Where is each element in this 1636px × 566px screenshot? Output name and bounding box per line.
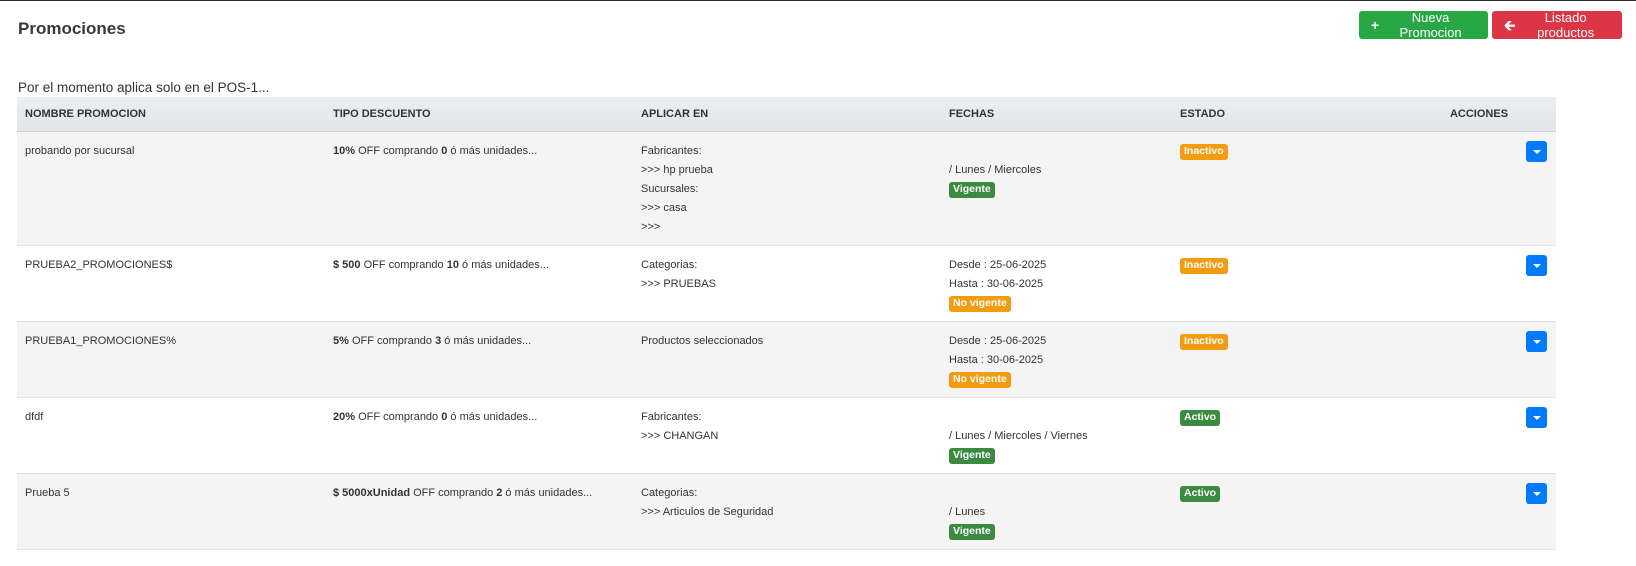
promo-name: probando por sucursal	[17, 131, 325, 246]
validity-badge: Vigente	[949, 523, 995, 540]
new-promotion-label: Nueva Promocion	[1399, 10, 1462, 40]
promo-apply: Categorias: >>> Articulos de Seguridad	[633, 473, 941, 550]
table-row: Prueba 5 $ 5000xUnidad OFF comprando 2 ó…	[17, 473, 1556, 550]
status-badge: Inactivo	[1180, 143, 1228, 160]
header-apply[interactable]: APLICAR EN	[633, 97, 941, 132]
status-badge: Activo	[1180, 409, 1221, 426]
promo-status: Activo	[1172, 473, 1402, 550]
caret-down-icon	[1532, 491, 1541, 496]
promo-discount: 10% OFF comprando 0 ó más unidades...	[325, 131, 633, 246]
top-actions: + Nueva Promocion 🡰 Listado productos	[1359, 10, 1622, 40]
caret-down-icon	[1532, 339, 1541, 344]
promo-actions	[1402, 321, 1556, 398]
table-row: PRUEBA1_PROMOCIONES% 5% OFF comprando 3 …	[17, 321, 1556, 398]
table-row: probando por sucursal 10% OFF comprando …	[17, 131, 1556, 246]
promo-status: Inactivo	[1172, 321, 1402, 398]
validity-badge: Vigente	[949, 447, 995, 464]
promo-actions	[1402, 397, 1556, 474]
new-promotion-button[interactable]: + Nueva Promocion	[1359, 10, 1488, 40]
actions-dropdown-button[interactable]	[1526, 255, 1547, 276]
promo-name: PRUEBA1_PROMOCIONES%	[17, 321, 325, 398]
promo-status: Inactivo	[1172, 245, 1402, 322]
product-list-button[interactable]: 🡰 Listado productos	[1492, 10, 1622, 40]
promo-discount: 5% OFF comprando 3 ó más unidades...	[325, 321, 633, 398]
promo-dates: Desde : 25-06-2025 Hasta : 30-06-2025 No…	[941, 245, 1172, 322]
header-dates[interactable]: FECHAS	[941, 97, 1172, 132]
promo-actions	[1402, 245, 1556, 322]
promo-apply: Categorias: >>> PRUEBAS	[633, 245, 941, 322]
promo-apply: Productos seleccionados	[633, 321, 941, 398]
caret-down-icon	[1532, 263, 1541, 268]
actions-dropdown-button[interactable]	[1526, 407, 1547, 428]
promo-dates: / Lunes / Miercoles Vigente	[941, 131, 1172, 246]
promo-apply: Fabricantes: >>> CHANGAN	[633, 397, 941, 474]
header-discount[interactable]: TIPO DESCUENTO	[325, 97, 633, 132]
table-row: dfdf 20% OFF comprando 0 ó más unidades.…	[17, 397, 1556, 474]
promo-actions	[1402, 473, 1556, 550]
promo-status: Inactivo	[1172, 131, 1402, 246]
validity-badge: Vigente	[949, 181, 995, 198]
promo-actions	[1402, 131, 1556, 246]
table-row: PRUEBA2_PROMOCIONES$ $ 500 OFF comprando…	[17, 245, 1556, 322]
promo-dates: / Lunes / Miercoles / Viernes Vigente	[941, 397, 1172, 474]
actions-dropdown-button[interactable]	[1526, 483, 1547, 504]
caret-down-icon	[1532, 149, 1541, 154]
promo-dates: Desde : 25-06-2025 Hasta : 30-06-2025 No…	[941, 321, 1172, 398]
promo-discount: 20% OFF comprando 0 ó más unidades...	[325, 397, 633, 474]
status-badge: Activo	[1180, 485, 1221, 502]
actions-dropdown-button[interactable]	[1526, 331, 1547, 352]
promo-discount: $ 500 OFF comprando 10 ó más unidades...	[325, 245, 633, 322]
header-actions: ACCIONES	[1402, 97, 1556, 132]
validity-badge: No vigente	[949, 295, 1011, 312]
validity-badge: No vigente	[949, 371, 1011, 388]
arrow-left-icon: 🡰	[1504, 17, 1516, 33]
product-list-label: Listado productos	[1537, 10, 1595, 40]
promo-name: Prueba 5	[17, 473, 325, 550]
page-title: Promociones	[18, 19, 126, 38]
promo-name: dfdf	[17, 397, 325, 474]
header-name[interactable]: NOMBRE PROMOCION	[17, 97, 325, 132]
promo-name: PRUEBA2_PROMOCIONES$	[17, 245, 325, 322]
status-badge: Inactivo	[1180, 257, 1228, 274]
pos-note: Por el momento aplica solo en el POS-1..…	[18, 80, 270, 95]
promo-discount: $ 5000xUnidad OFF comprando 2 ó más unid…	[325, 473, 633, 550]
promo-dates: / Lunes Vigente	[941, 473, 1172, 550]
caret-down-icon	[1532, 415, 1541, 420]
header-status[interactable]: ESTADO	[1172, 97, 1402, 132]
promotions-table: NOMBRE PROMOCION TIPO DESCUENTO APLICAR …	[17, 97, 1556, 550]
status-badge: Inactivo	[1180, 333, 1228, 350]
promo-status: Activo	[1172, 397, 1402, 474]
actions-dropdown-button[interactable]	[1526, 141, 1547, 162]
promo-apply: Fabricantes: >>> hp prueba Sucursales: >…	[633, 131, 941, 246]
table-header-row: NOMBRE PROMOCION TIPO DESCUENTO APLICAR …	[17, 97, 1556, 132]
plus-icon: +	[1371, 17, 1380, 33]
